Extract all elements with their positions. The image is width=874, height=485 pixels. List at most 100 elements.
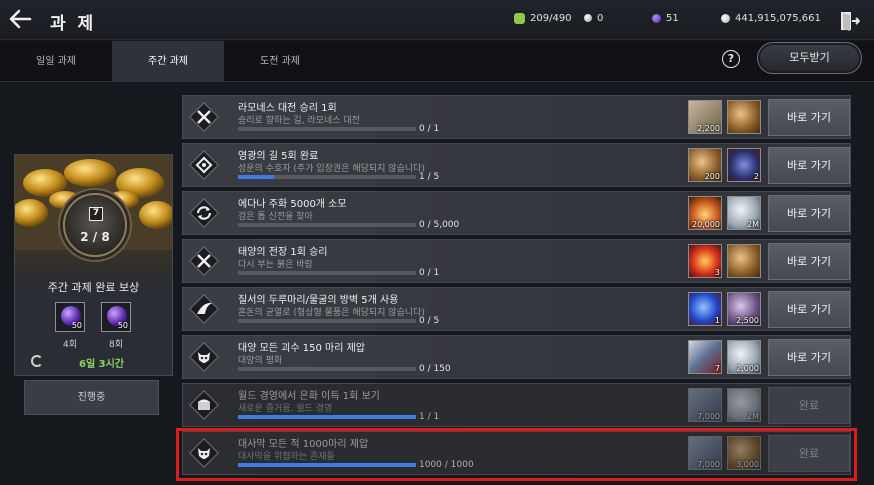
clock-icon (31, 355, 43, 367)
quest-subtitle: 다시 부는 붉은 바람 (238, 260, 313, 270)
blue-crystal-icon[interactable]: 1 (688, 292, 722, 326)
demon-skull-icon (189, 342, 219, 372)
purple-coin-icon[interactable]: 2,500 (727, 292, 761, 326)
quest-progress-bar (238, 415, 416, 419)
cube-icon[interactable]: 2 (727, 148, 761, 182)
go-button[interactable]: 바로 가기 (768, 99, 850, 136)
currency-gem-value: 51 (666, 12, 679, 24)
reward-item-label: 4회 (62, 340, 77, 350)
treasure-emblem-icon (189, 390, 219, 420)
quest-progress-bar (238, 319, 416, 323)
demon-skull-icon (189, 438, 219, 468)
reward-qty: 7,000 (697, 460, 720, 469)
crossed-swords-icon (189, 102, 219, 132)
pearl-icon (584, 14, 592, 22)
reward-qty: 20,000 (692, 220, 720, 229)
quest-progress-bar (238, 223, 416, 227)
quest-title: 라모네스 대전 승리 1회 (238, 103, 337, 114)
go-button[interactable]: 바로 가기 (768, 147, 850, 184)
bronze-coin-icon[interactable] (727, 100, 761, 134)
currency-energy: 209/490 (514, 10, 572, 26)
quest-title: 대양 모든 괴수 150 마리 제압 (238, 343, 365, 354)
pillar-icon[interactable]: 7,000 (688, 436, 722, 470)
quest-row: 질서의 두루마리/물굴의 방벽 5개 사용 혼돈의 균열로 (형상형 물품은 해당… (182, 287, 851, 331)
page-title: 과 제 (50, 14, 97, 34)
currency-gem: 51 (652, 10, 679, 26)
quest-progress-text: 0 / 5,000 (419, 220, 460, 230)
quest-progress-text: 1 / 5 (419, 172, 440, 182)
go-button[interactable]: 바로 가기 (768, 195, 850, 232)
tab-weekly[interactable]: 주간 과제 (112, 41, 224, 82)
quest-progress-text: 0 / 5 (419, 316, 440, 326)
stone-chest-icon[interactable]: 2,200 (688, 100, 722, 134)
quest-title: 태양의 전장 1회 승리 (238, 247, 328, 258)
currency-silver-value: 441,915,075,661 (735, 12, 821, 24)
quest-progress-fill (238, 463, 416, 467)
tab-daily[interactable]: 일일 과제 (0, 41, 112, 82)
quest-progress-text: 0 / 150 (419, 364, 451, 374)
quest-progress-bar (238, 271, 416, 275)
weekly-reward-card: 7 2 / 8 주간 과제 완료 보상 50 4회 50 8회 6일 3시간 (14, 154, 173, 376)
reward-item-qty: 50 (117, 321, 128, 330)
bronze-coin-icon[interactable]: 3,000 (727, 436, 761, 470)
quest-title: 영광의 길 5회 완료 (238, 151, 319, 162)
quest-progress-text: 0 / 1 (419, 268, 440, 278)
diamond-emblem-icon (189, 150, 219, 180)
quest-progress-fill (238, 175, 274, 179)
quest-row: 영광의 길 5회 완료 성운의 수호자 (주가 입장권은 해당되지 않습니다) 1 … (182, 143, 851, 187)
go-button[interactable]: 바로 가기 (768, 339, 850, 376)
quest-row: 라모네스 대전 승리 1회 승리로 향하는 길, 라모네스 대전 0 / 1 2,20… (182, 95, 851, 139)
complete-button[interactable]: 완료 (768, 435, 850, 472)
flame-chest-icon[interactable]: 20,000 (688, 196, 722, 230)
quest-progress-text: 1000 / 1000 (419, 460, 474, 470)
quest-title: 월드 경영에서 은화 이득 1회 보기 (238, 391, 380, 402)
silver-coin-icon (721, 13, 730, 23)
quest-progress-bar (238, 463, 416, 467)
silver-coin-icon[interactable]: 2M (727, 196, 761, 230)
reward-title: 주간 과제 완료 보상 (47, 281, 140, 294)
currency-pearl-value: 0 (597, 12, 604, 24)
reward-qty: 1 (714, 316, 720, 325)
complete-button[interactable]: 완료 (768, 387, 850, 424)
reward-item-1[interactable]: 50 (55, 302, 85, 332)
quest-row: 태양의 전장 1회 승리다시 부는 붉은 바람 0 / 1 3 바로 가기 (182, 239, 851, 283)
weekly-medal: 7 2 / 8 (63, 193, 127, 257)
reward-qty: 2M (747, 220, 759, 229)
reward-item-label: 8회 (108, 340, 123, 350)
go-button[interactable]: 바로 가기 (768, 291, 850, 328)
bronze-coin-icon[interactable]: 200 (688, 148, 722, 182)
reward-qty: 2,000 (736, 364, 759, 373)
tab-challenge[interactable]: 도전 과제 (224, 41, 336, 82)
quest-title: 질서의 두루마리/물굴의 방벽 5개 사용 (238, 295, 399, 306)
claim-all-button[interactable]: 모두받기 (757, 42, 862, 74)
quest-row: 에다나 주화 5000개 소모 검은 톱 신전을 찾아 0 / 5,000 20,00… (182, 191, 851, 235)
time-remaining: 6일 3시간 (79, 359, 124, 370)
currency-silver: 441,915,075,661 (721, 10, 821, 26)
pillar-icon[interactable]: 7,000 (688, 388, 722, 422)
help-button[interactable]: ? (722, 50, 740, 68)
exit-door-icon[interactable] (838, 10, 860, 32)
reward-qty: 2M (747, 412, 759, 421)
currency-energy-value: 209/490 (530, 12, 572, 24)
scroll-box-icon[interactable]: 7 (688, 340, 722, 374)
silver-coin-icon[interactable]: 2,000 (727, 340, 761, 374)
in-progress-button[interactable]: 진행중 (24, 380, 159, 415)
reward-qty: 7 (714, 364, 720, 373)
quest-subtitle: 승리로 향하는 길, 라모네스 대전 (238, 116, 360, 126)
reward-item-qty: 50 (71, 321, 82, 330)
fire-gem-icon[interactable]: 3 (688, 244, 722, 278)
bird-emblem-icon (189, 294, 219, 324)
back-arrow-icon[interactable] (8, 8, 32, 30)
reward-qty: 7,000 (697, 412, 720, 421)
reward-qty: 2,200 (697, 124, 720, 133)
crossed-swords-icon (189, 246, 219, 276)
reward-item-2[interactable]: 50 (101, 302, 131, 332)
go-button[interactable]: 바로 가기 (768, 243, 850, 280)
bronze-coin-icon[interactable] (727, 244, 761, 278)
reward-qty: 3 (714, 268, 720, 277)
timer-row: 6일 3시간 (29, 354, 159, 370)
tab-bar: 일일 과제 주간 과제 도전 과제 (0, 41, 874, 82)
quest-progress-fill (238, 415, 416, 419)
quest-progress-bar (238, 127, 416, 131)
silver-coin-icon[interactable]: 2M (727, 388, 761, 422)
